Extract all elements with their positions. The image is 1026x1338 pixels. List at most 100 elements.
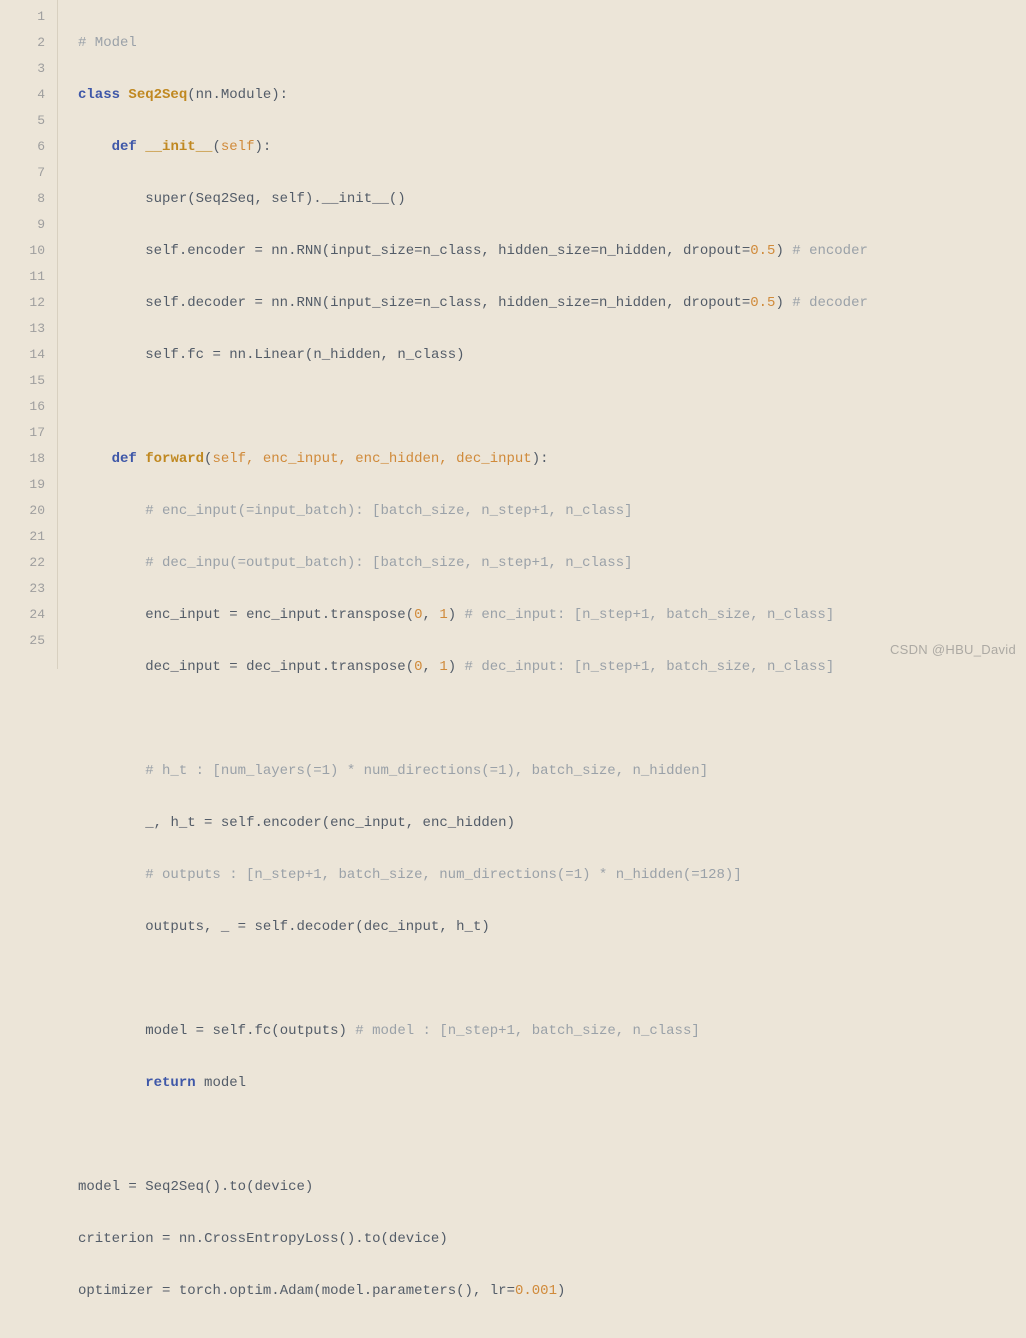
code-line: self.fc = nn.Linear(n_hidden, n_class) — [78, 342, 868, 368]
line-number: 1 — [0, 4, 45, 30]
punct: , — [423, 659, 440, 675]
identifier: dec_input — [246, 659, 322, 675]
identifier: self — [271, 191, 305, 207]
param: self, enc_input, enc_hidden, dec_input — [212, 451, 531, 467]
punct: ) — [448, 607, 456, 623]
identifier: enc_hidden — [423, 815, 507, 831]
function-name: forward — [145, 451, 204, 467]
identifier: device — [389, 1231, 439, 1247]
code-line: model = Seq2Seq().to(device) — [78, 1174, 868, 1200]
punct: . — [179, 243, 187, 259]
punct: . — [221, 1283, 229, 1299]
punct: (). — [204, 1179, 229, 1195]
punct: , — [254, 191, 271, 207]
identifier: optim — [229, 1283, 271, 1299]
identifier: n_hidden — [313, 347, 380, 363]
punct: ) — [339, 1023, 347, 1039]
identifier: self — [145, 243, 179, 259]
identifier: dropout — [683, 243, 742, 259]
identifier: criterion — [78, 1231, 154, 1247]
punct: ( — [212, 139, 220, 155]
identifier: n_hidden — [599, 295, 666, 311]
identifier: model — [145, 1023, 187, 1039]
identifier: n_hidden — [599, 243, 666, 259]
comment: # decoder — [784, 295, 868, 311]
punct: ( — [406, 659, 414, 675]
line-number: 16 — [0, 394, 45, 420]
identifier: to — [229, 1179, 246, 1195]
code-line: # h_t : [num_layers(=1) * num_directions… — [78, 758, 868, 784]
punct: , — [406, 815, 423, 831]
punct: ( — [322, 243, 330, 259]
punct: = — [221, 659, 246, 675]
punct: = — [154, 1283, 179, 1299]
identifier: self — [145, 347, 179, 363]
punct: = — [742, 243, 750, 259]
line-number: 20 — [0, 498, 45, 524]
number: 0 — [414, 607, 422, 623]
code-line: criterion = nn.CrossEntropyLoss().to(dev… — [78, 1226, 868, 1252]
identifier: nn — [196, 87, 213, 103]
punct: . — [322, 607, 330, 623]
punct: . — [364, 1283, 372, 1299]
class-name: Seq2Seq — [128, 87, 187, 103]
identifier: fc — [254, 1023, 271, 1039]
identifier: h_t — [170, 815, 195, 831]
identifier: enc_input — [246, 607, 322, 623]
punct: = — [204, 347, 229, 363]
punct: , — [423, 607, 440, 623]
comment: # dec_input: [n_step+1, batch_size, n_cl… — [456, 659, 834, 675]
punct: . — [246, 1023, 254, 1039]
line-number: 22 — [0, 550, 45, 576]
punct: , — [481, 243, 498, 259]
punct: = — [591, 243, 599, 259]
punct: = — [591, 295, 599, 311]
punct: ) — [557, 1283, 565, 1299]
identifier: model — [78, 1179, 120, 1195]
punct: = — [221, 607, 246, 623]
line-number: 9 — [0, 212, 45, 238]
punct: , — [204, 919, 221, 935]
punct: = — [154, 1231, 179, 1247]
punct: = — [414, 243, 422, 259]
punct: ( — [271, 1023, 279, 1039]
identifier: self — [254, 919, 288, 935]
code-line: super(Seq2Seq, self).__init__() — [78, 186, 868, 212]
identifier: RNN — [296, 243, 321, 259]
punct: , — [154, 815, 171, 831]
punct: ) — [456, 347, 464, 363]
punct: = — [414, 295, 422, 311]
punct: = — [246, 243, 271, 259]
line-number: 24 — [0, 602, 45, 628]
keyword: def — [112, 139, 137, 155]
identifier: self — [221, 815, 255, 831]
identifier: nn — [271, 295, 288, 311]
identifier: encoder — [187, 243, 246, 259]
line-number: 21 — [0, 524, 45, 550]
line-number: 7 — [0, 160, 45, 186]
code-line — [78, 1122, 868, 1148]
code-line: model = self.fc(outputs) # model : [n_st… — [78, 1018, 868, 1044]
punct: ): — [271, 87, 288, 103]
code-line: dec_input = dec_input.transpose(0, 1) # … — [78, 654, 868, 680]
code-editor: 1234567891011121314151617181920212223242… — [0, 0, 1026, 669]
code-line: return model — [78, 1070, 868, 1096]
number: 0.5 — [750, 295, 775, 311]
identifier: decoder — [296, 919, 355, 935]
identifier: Seq2Seq — [145, 1179, 204, 1195]
comment: # encoder — [784, 243, 868, 259]
number: 0.001 — [515, 1283, 557, 1299]
code-line: outputs, _ = self.decoder(dec_input, h_t… — [78, 914, 868, 940]
punct: = — [742, 295, 750, 311]
code-line — [78, 966, 868, 992]
identifier: RNN — [296, 295, 321, 311]
line-number: 13 — [0, 316, 45, 342]
line-number: 3 — [0, 56, 45, 82]
punct: . — [288, 919, 296, 935]
punct: ( — [187, 191, 195, 207]
identifier: self — [212, 1023, 246, 1039]
code-line: _, h_t = self.encoder(enc_input, enc_hid… — [78, 810, 868, 836]
identifier: decoder — [187, 295, 246, 311]
number: 0.5 — [750, 243, 775, 259]
identifier: transpose — [330, 659, 406, 675]
